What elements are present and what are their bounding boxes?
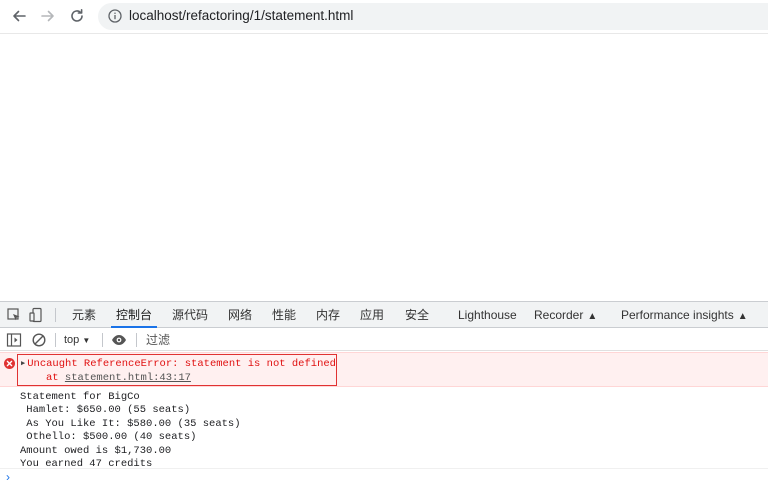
back-button[interactable] [7,4,31,28]
toolbar-divider [136,333,137,347]
forward-button[interactable] [36,4,60,28]
error-message[interactable]: ▶ Uncaught ReferenceError: statement is n… [17,354,337,386]
tab-elements[interactable]: 元素 [72,302,96,328]
stack-at: at [46,372,65,384]
url-text: localhost/refactoring/1/statement.html [129,8,354,23]
toolbar-divider [102,333,103,347]
tab-memory[interactable]: 内存 [316,302,340,328]
browser-toolbar: localhost/refactoring/1/statement.html [0,0,768,34]
flask-icon: ▲ [737,311,748,322]
source-link[interactable]: statement.html:43:17 [65,372,191,384]
reload-button[interactable] [65,4,89,28]
address-bar[interactable]: localhost/refactoring/1/statement.html [98,3,768,30]
toolbar-divider [55,308,56,322]
console-log: Statement for BigCo Hamlet: $650.00 (55 … [0,388,768,471]
error-text: Uncaught ReferenceError: statement is no… [27,358,336,370]
tab-performance[interactable]: 性能 [272,302,296,328]
console-toolbar: top ▼ [0,329,768,351]
devtools-panel: 元素 控制台 源代码 网络 性能 内存 应用 安全 Lighthouse Rec… [0,301,768,491]
flask-icon: ▲ [587,311,598,322]
console-prompt[interactable]: › [0,468,768,488]
prompt-chevron-icon: › [6,470,10,484]
error-stack-line: at statement.html:43:17 [46,372,191,384]
filter-input[interactable] [146,331,346,349]
show-sidebar-icon[interactable] [6,332,22,348]
page-viewport [0,35,768,300]
arrow-left-icon [13,10,26,22]
devtools-tabbar: 元素 控制台 源代码 网络 性能 内存 应用 安全 Lighthouse Rec… [0,302,768,328]
console-error-row: ▶ Uncaught ReferenceError: statement is n… [0,352,768,387]
log-line: Othello: $500.00 (40 seats) [20,431,197,444]
error-line: ▶ Uncaught ReferenceError: statement is n… [21,358,336,370]
clear-console-icon[interactable] [31,332,47,348]
error-icon [4,358,15,369]
context-label: top [64,334,80,346]
tab-recorder[interactable]: Recorder ▲ [534,302,597,328]
tab-recorder-label: Recorder [534,308,584,322]
log-line: As You Like It: $580.00 (35 seats) [20,417,241,430]
tab-application[interactable]: 应用 [360,302,384,328]
log-line: Statement for BigCo [20,391,140,403]
tab-performance-insights-label: Performance insights [621,308,734,322]
eye-icon[interactable] [111,332,127,348]
arrow-right-icon [41,10,54,22]
log-line: Amount owed is $1,730.00 [20,444,172,457]
reload-icon [71,9,83,22]
tab-network[interactable]: 网络 [228,302,252,328]
toolbar-divider [55,333,56,347]
device-toolbar-icon[interactable] [28,307,44,323]
tab-sources[interactable]: 源代码 [172,302,208,328]
expand-triangle-icon[interactable]: ▶ [21,360,25,368]
inspect-element-icon[interactable] [6,307,22,323]
tab-lighthouse[interactable]: Lighthouse [458,302,517,328]
context-selector[interactable]: top ▼ [64,332,90,348]
tab-performance-insights[interactable]: Performance insights ▲ [621,302,748,328]
tab-security[interactable]: 安全 [405,302,429,328]
chevron-down-icon: ▼ [82,336,91,345]
info-icon[interactable] [108,9,122,23]
tab-console[interactable]: 控制台 [110,302,158,328]
log-line: Hamlet: $650.00 (55 seats) [20,404,191,417]
